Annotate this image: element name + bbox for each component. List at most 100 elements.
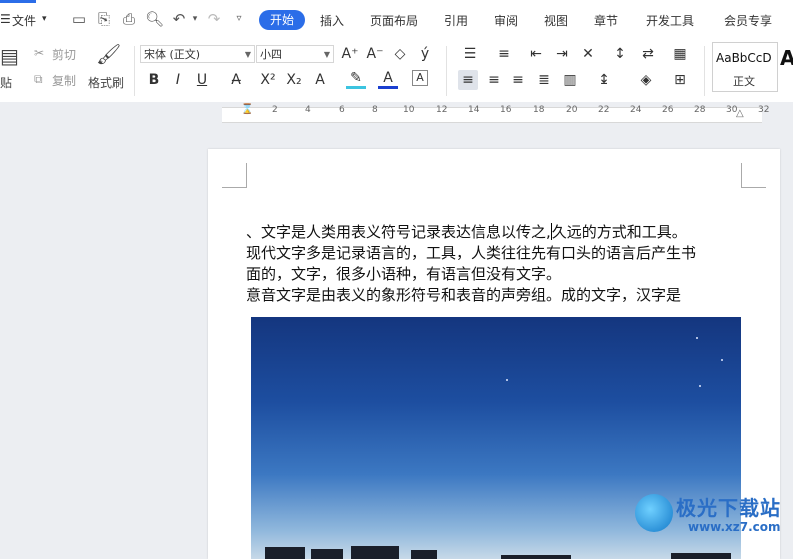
building-silhouette bbox=[411, 550, 437, 559]
ruler-track[interactable] bbox=[222, 107, 762, 123]
margin-corner-mark bbox=[741, 163, 766, 188]
table-icon[interactable]: ▦ bbox=[670, 44, 690, 64]
building-silhouette bbox=[351, 546, 399, 559]
subscript-icon[interactable]: X₂ bbox=[284, 70, 304, 90]
increase-indent-icon[interactable]: ⇥ bbox=[552, 44, 572, 64]
style-label: 正文 bbox=[733, 75, 755, 88]
format-painter-button[interactable]: 格式刷 bbox=[88, 74, 124, 91]
align-left-icon[interactable]: ≡ bbox=[458, 70, 478, 90]
quick-access-dropdown-icon[interactable]: ▿ bbox=[230, 10, 248, 28]
text-run: 久远的方式和工具。 bbox=[551, 223, 687, 241]
ruler-number: 6 bbox=[339, 105, 345, 115]
italic-icon[interactable]: I bbox=[168, 70, 188, 90]
file-menu[interactable]: 文件 bbox=[12, 12, 36, 29]
right-indent-marker-icon[interactable]: △ bbox=[736, 108, 744, 119]
style-preview: AaBbCcD bbox=[716, 51, 772, 65]
style-heading-preview[interactable]: A bbox=[780, 46, 793, 70]
clear-format-icon[interactable]: ◇ bbox=[390, 44, 410, 64]
strikethrough-icon[interactable]: A̶ bbox=[226, 70, 246, 90]
cut-button[interactable]: 剪切 bbox=[52, 46, 76, 63]
ruler-number: 4 bbox=[305, 105, 311, 115]
ruler-number: 24 bbox=[630, 105, 642, 115]
align-center-icon[interactable]: ≡ bbox=[484, 70, 504, 90]
ruler-number: 2 bbox=[272, 105, 278, 115]
margin-corner-mark bbox=[222, 163, 247, 188]
tab-review[interactable]: 审阅 bbox=[494, 12, 518, 29]
border-icon[interactable]: ⊞ bbox=[670, 70, 690, 90]
increase-font-icon[interactable]: A⁺ bbox=[340, 44, 360, 64]
divider bbox=[134, 46, 135, 96]
font-size-select[interactable]: 小四 ▼ bbox=[256, 45, 334, 63]
tab-chapter[interactable]: 章节 bbox=[594, 12, 618, 29]
building-silhouette bbox=[671, 553, 731, 559]
chevron-down-icon: ▼ bbox=[323, 50, 330, 59]
redo-icon[interactable]: ↷ bbox=[205, 10, 223, 28]
print-icon[interactable]: ⎙ bbox=[120, 10, 138, 28]
chinese-layout-icon[interactable]: ✕ bbox=[578, 44, 598, 64]
copy-icon[interactable]: ⧉ bbox=[34, 72, 43, 87]
numbered-list-icon[interactable]: ≡ bbox=[494, 44, 514, 64]
paste-button[interactable]: 贴 bbox=[0, 74, 12, 91]
ruler-number: 18 bbox=[533, 105, 545, 115]
ruler-number: 8 bbox=[372, 105, 378, 115]
decrease-font-icon[interactable]: A⁻ bbox=[365, 44, 385, 64]
save-icon[interactable]: ▭ bbox=[70, 10, 88, 28]
star bbox=[721, 359, 723, 361]
character-border-icon[interactable]: A bbox=[412, 70, 428, 86]
show-marks-icon[interactable]: ⇄ bbox=[638, 44, 658, 64]
ruler-number: 22 bbox=[598, 105, 610, 115]
highlight-icon[interactable]: ✎ bbox=[346, 70, 366, 89]
bullet-list-icon[interactable]: ☰ bbox=[460, 44, 480, 64]
font-name-value: 宋体 (正文) bbox=[144, 48, 201, 61]
building-silhouette bbox=[265, 547, 305, 559]
star bbox=[696, 337, 698, 339]
ruler-number: 20 bbox=[566, 105, 578, 115]
menu-icon[interactable]: ☰ bbox=[0, 12, 11, 26]
cut-icon[interactable]: ✂ bbox=[34, 46, 44, 60]
font-color-icon[interactable]: A bbox=[378, 70, 398, 89]
document-body[interactable]: 、文字是人类用表义符号记录表达信息以传之,久远的方式和工具。 现代文字多是记录语… bbox=[246, 222, 746, 306]
ruler-number: 26 bbox=[662, 105, 674, 115]
print-preview-icon[interactable]: 🔍︎ bbox=[145, 10, 164, 28]
chevron-down-icon[interactable]: ▾ bbox=[42, 14, 47, 24]
indent-marker-icon[interactable]: ⌛ bbox=[241, 104, 253, 115]
ruler-number: 14 bbox=[468, 105, 480, 115]
undo-dropdown-icon[interactable]: ▾ bbox=[186, 10, 204, 28]
align-right-icon[interactable]: ≡ bbox=[508, 70, 528, 90]
ribbon-toolbar: ▤ 贴 ✂ 剪切 ⧉ 复制 🖌︎ 格式刷 宋体 (正文) ▼ 小四 ▼ A⁺ A… bbox=[0, 40, 793, 103]
tab-member[interactable]: 会员专享 bbox=[724, 12, 772, 29]
justify-icon[interactable]: ≣ bbox=[534, 70, 554, 90]
tab-home[interactable]: 开始 bbox=[259, 10, 305, 30]
paragraph-line: 面的，文字，很多小语种，有语言但没有文字。 bbox=[246, 265, 562, 283]
chevron-down-icon: ▼ bbox=[244, 50, 251, 59]
sort-icon[interactable]: ↕ bbox=[610, 44, 630, 64]
decrease-indent-icon[interactable]: ⇤ bbox=[526, 44, 546, 64]
line-spacing-icon[interactable]: ↨ bbox=[594, 70, 614, 90]
export-icon[interactable]: ⎘ bbox=[95, 10, 113, 28]
building-silhouette bbox=[311, 549, 343, 559]
tab-developer[interactable]: 开发工具 bbox=[646, 12, 694, 29]
copy-button[interactable]: 复制 bbox=[52, 72, 76, 89]
bold-icon[interactable]: B bbox=[144, 70, 164, 90]
watermark-title: 极光下载站 bbox=[676, 496, 781, 520]
font-name-select[interactable]: 宋体 (正文) ▼ bbox=[140, 45, 255, 63]
menu-bar: ☰ 文件 ▾ ▭ ⎘ ⎙ 🔍︎ ↶ ▾ ↷ ▿ 开始 插入 页面布局 引用 审阅… bbox=[0, 0, 793, 41]
shading-icon[interactable]: ◈ bbox=[636, 70, 656, 90]
distributed-icon[interactable]: ▥ bbox=[560, 70, 580, 90]
tab-view[interactable]: 视图 bbox=[544, 12, 568, 29]
ruler-number: 12 bbox=[436, 105, 448, 115]
underline-icon[interactable]: U bbox=[192, 70, 212, 90]
tab-insert[interactable]: 插入 bbox=[320, 12, 344, 29]
building-silhouette bbox=[501, 555, 571, 559]
format-painter-icon[interactable]: 🖌︎ bbox=[96, 42, 121, 66]
phonetic-guide-icon[interactable]: ý bbox=[415, 44, 435, 64]
superscript-icon[interactable]: X² bbox=[258, 70, 278, 90]
font-size-value: 小四 bbox=[260, 48, 282, 61]
style-normal[interactable]: AaBbCcD 正文 bbox=[712, 42, 778, 92]
tab-references[interactable]: 引用 bbox=[444, 12, 468, 29]
tab-page-layout[interactable]: 页面布局 bbox=[370, 12, 418, 29]
paste-icon[interactable]: ▤ bbox=[0, 44, 19, 68]
ruler-number: 10 bbox=[403, 105, 415, 115]
text-effect-icon[interactable]: A bbox=[310, 70, 330, 90]
active-indicator bbox=[0, 0, 36, 3]
